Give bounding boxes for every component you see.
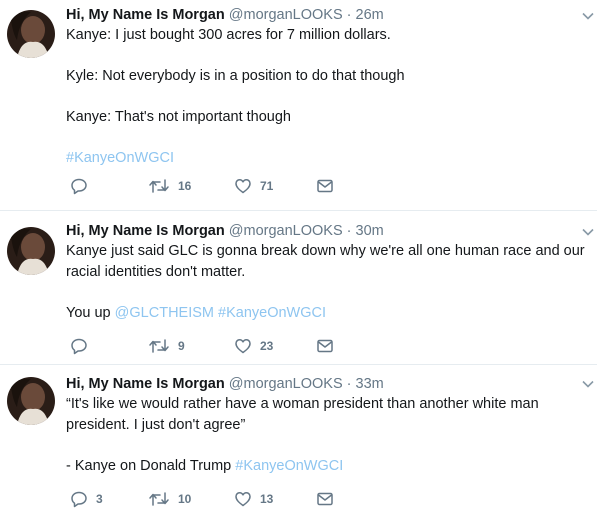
timestamp[interactable]: 26m	[356, 7, 384, 23]
heart-icon	[235, 179, 251, 194]
tweet-line: You up	[66, 304, 111, 321]
timestamp[interactable]: 33m	[356, 376, 384, 392]
tweet-line: Kyle: Not everybody is in a position to …	[66, 68, 405, 84]
chevron-down-icon[interactable]	[581, 225, 595, 239]
separator-dot: ·	[346, 7, 352, 23]
tweet-content: Hi, My Name Is Morgan @morganLOOKS · 30m…	[66, 221, 585, 323]
hashtag-link[interactable]: #KanyeOnWGCI	[218, 305, 326, 321]
like-count: 71	[260, 179, 274, 193]
user-handle[interactable]: @morganLOOKS	[229, 376, 343, 392]
direct-message-button[interactable]	[316, 489, 334, 509]
retweet-count: 9	[178, 339, 185, 353]
display-name[interactable]: Hi, My Name Is Morgan	[66, 223, 225, 239]
tweet-line: president. I just don't agree”	[66, 416, 246, 433]
like-button[interactable]: 23	[234, 336, 273, 356]
user-handle[interactable]: @morganLOOKS	[229, 7, 343, 23]
retweet-button[interactable]: 9	[148, 336, 185, 356]
avatar[interactable]	[7, 377, 55, 425]
hashtag-link[interactable]: #KanyeOnWGCI	[235, 458, 343, 474]
envelope-icon	[317, 492, 333, 506]
retweet-icon	[149, 179, 169, 193]
like-button[interactable]: 13	[234, 489, 273, 509]
separator-dot: ·	[346, 376, 352, 392]
tweet-text: Kanye just said GLC is gonna break down …	[66, 241, 585, 323]
tweet-line: - Kanye on Donald Trump	[66, 457, 232, 474]
mention-link[interactable]: @GLCTHEISM	[115, 305, 214, 321]
chevron-down-icon[interactable]	[581, 9, 595, 23]
tweet-line: Kanye: That's not important though	[66, 109, 291, 125]
heart-icon	[235, 339, 251, 354]
heart-icon	[235, 492, 251, 507]
retweet-button[interactable]: 16	[148, 176, 191, 196]
avatar[interactable]	[7, 227, 55, 275]
tweet[interactable]: Hi, My Name Is Morgan @morganLOOKS · 30m…	[0, 211, 597, 365]
hashtag-link[interactable]: #KanyeOnWGCI	[66, 150, 174, 166]
reply-icon	[71, 491, 87, 508]
tweet-content: Hi, My Name Is Morgan @morganLOOKS · 33m…	[66, 374, 585, 476]
reply-count: 3	[96, 492, 103, 506]
timestamp[interactable]: 30m	[356, 223, 384, 239]
tweet-text: “It's like we would rather have a woman …	[66, 394, 585, 476]
display-name[interactable]: Hi, My Name Is Morgan	[66, 376, 225, 392]
reply-icon	[71, 178, 87, 195]
tweet-header: Hi, My Name Is Morgan @morganLOOKS · 33m	[66, 374, 585, 394]
envelope-icon	[317, 339, 333, 353]
retweet-icon	[149, 492, 169, 506]
user-handle[interactable]: @morganLOOKS	[229, 223, 343, 239]
timeline: Hi, My Name Is Morgan @morganLOOKS · 26m…	[0, 0, 597, 516]
reply-icon	[71, 338, 87, 355]
reply-button[interactable]	[70, 336, 96, 356]
tweet[interactable]: Hi, My Name Is Morgan @morganLOOKS · 33m…	[0, 365, 597, 516]
direct-message-button[interactable]	[316, 336, 334, 356]
reply-button[interactable]	[70, 176, 96, 196]
tweet-header: Hi, My Name Is Morgan @morganLOOKS · 30m	[66, 221, 585, 241]
envelope-icon	[317, 179, 333, 193]
tweet[interactable]: Hi, My Name Is Morgan @morganLOOKS · 26m…	[0, 0, 597, 211]
reply-button[interactable]: 3	[70, 489, 103, 509]
tweet-line: racial identities don't matter.	[66, 263, 246, 280]
avatar[interactable]	[7, 10, 55, 58]
tweet-line: “It's like we would rather have a woman …	[66, 396, 539, 412]
like-button[interactable]: 71	[234, 176, 273, 196]
direct-message-button[interactable]	[316, 176, 334, 196]
retweet-count: 10	[178, 492, 192, 506]
retweet-count: 16	[178, 179, 192, 193]
tweet-line: Kanye just said GLC is gonna break down …	[66, 243, 585, 259]
chevron-down-icon[interactable]	[581, 377, 595, 391]
retweet-button[interactable]: 10	[148, 489, 191, 509]
tweet-header: Hi, My Name Is Morgan @morganLOOKS · 26m	[66, 5, 585, 25]
retweet-icon	[149, 339, 169, 353]
tweet-line: Kanye: I just bought 300 acres for 7 mil…	[66, 27, 391, 43]
separator-dot: ·	[346, 223, 352, 239]
tweet-text: Kanye: I just bought 300 acres for 7 mil…	[66, 25, 585, 169]
display-name[interactable]: Hi, My Name Is Morgan	[66, 7, 225, 23]
like-count: 23	[260, 339, 274, 353]
tweet-content: Hi, My Name Is Morgan @morganLOOKS · 26m…	[66, 5, 585, 169]
like-count: 13	[260, 492, 274, 506]
